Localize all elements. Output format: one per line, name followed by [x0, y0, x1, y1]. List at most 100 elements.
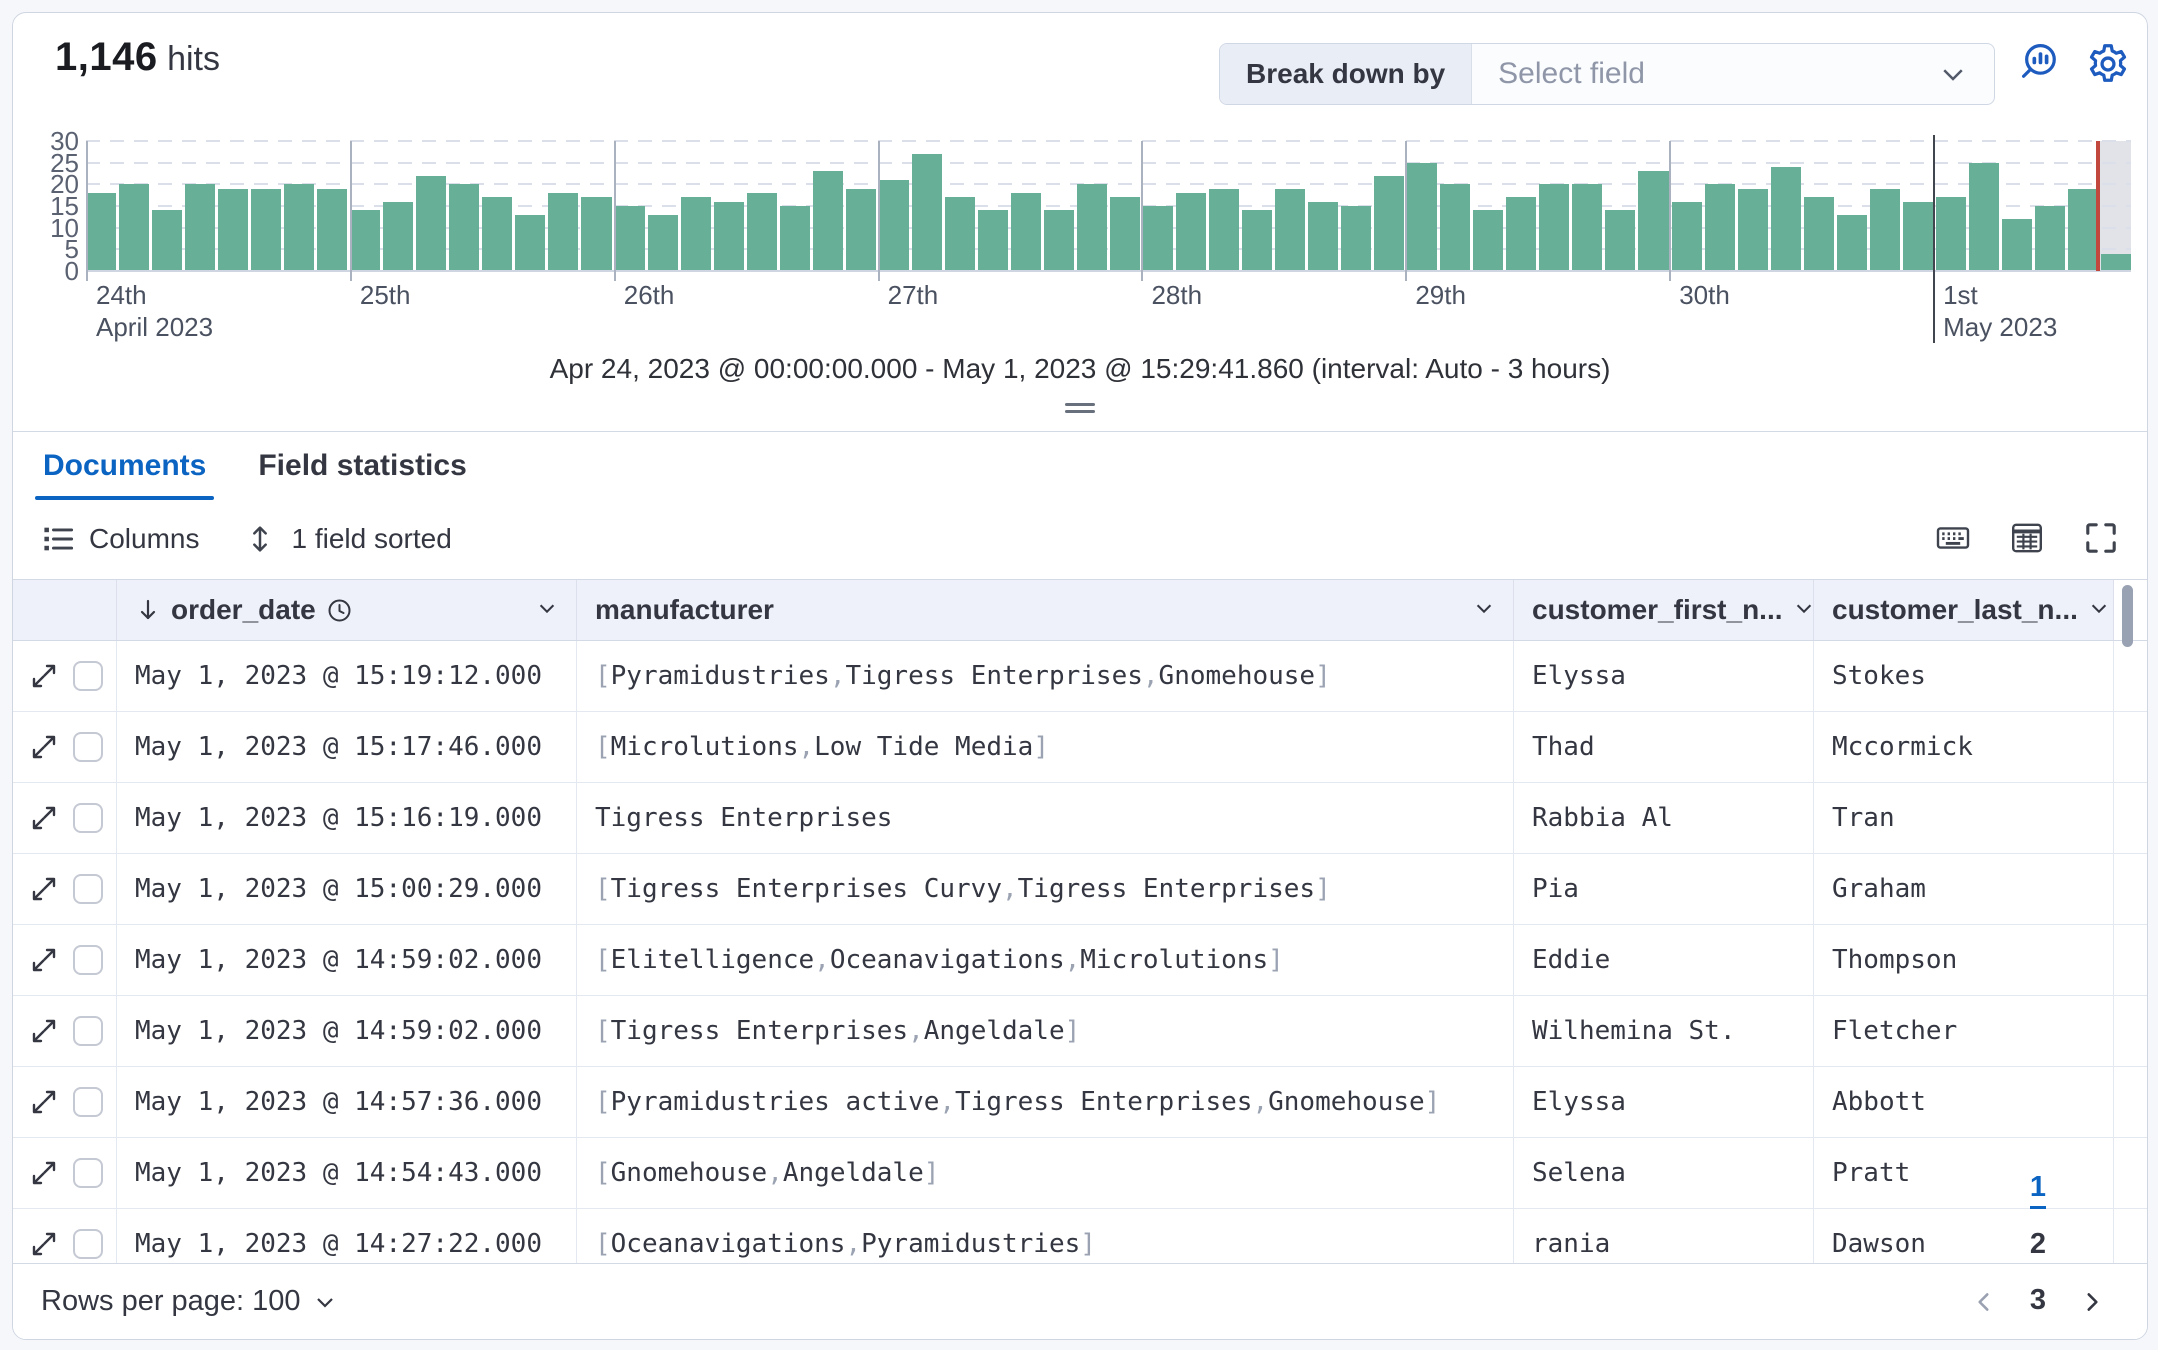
histogram-bar[interactable] — [86, 193, 116, 271]
histogram-bar[interactable] — [1638, 171, 1668, 271]
expand-row-icon[interactable] — [29, 874, 59, 904]
histogram-bar[interactable] — [813, 171, 843, 271]
rows-per-page-button[interactable]: Rows per page: 100 — [41, 1285, 337, 1318]
histogram-bar[interactable] — [681, 197, 711, 271]
tab-field-statistics[interactable]: Field statistics — [258, 432, 466, 500]
expand-row-icon[interactable] — [29, 945, 59, 975]
histogram-bar[interactable] — [1407, 163, 1437, 271]
column-header-manufacturer[interactable]: manufacturer — [577, 580, 1514, 640]
keyboard-shortcuts-icon[interactable] — [1935, 520, 1971, 559]
histogram-bar[interactable] — [482, 197, 512, 271]
histogram-bar[interactable] — [1341, 206, 1371, 271]
histogram-bar[interactable] — [1242, 210, 1272, 271]
resize-handle[interactable] — [1065, 399, 1095, 417]
histogram-bar[interactable] — [152, 210, 182, 271]
histogram-bar[interactable] — [1539, 184, 1569, 271]
histogram-bar[interactable] — [284, 184, 314, 271]
row-checkbox[interactable] — [73, 1016, 103, 1046]
histogram-bar[interactable] — [1705, 184, 1735, 271]
histogram-bar[interactable] — [1374, 176, 1404, 271]
histogram-bar[interactable] — [185, 184, 215, 271]
histogram-bar[interactable] — [1143, 206, 1173, 271]
row-checkbox[interactable] — [73, 803, 103, 833]
histogram-bar[interactable] — [1903, 202, 1933, 271]
histogram-bar[interactable] — [416, 176, 446, 271]
display-options-icon[interactable] — [2009, 520, 2045, 559]
histogram-bar[interactable] — [317, 189, 347, 271]
page-button-1[interactable]: 1 — [2011, 1162, 2065, 1218]
histogram-bar[interactable] — [2035, 206, 2065, 271]
histogram-bar[interactable] — [714, 202, 744, 271]
row-checkbox[interactable] — [73, 945, 103, 975]
row-checkbox[interactable] — [73, 1158, 103, 1188]
row-checkbox[interactable] — [73, 1087, 103, 1117]
histogram-bar[interactable] — [2002, 219, 2032, 271]
histogram-bar[interactable] — [1011, 193, 1041, 271]
row-checkbox[interactable] — [73, 1229, 103, 1259]
histogram-bar[interactable] — [780, 206, 810, 271]
vertical-scrollbar[interactable] — [2122, 585, 2133, 647]
expand-row-icon[interactable] — [29, 1229, 59, 1259]
histogram-bar[interactable] — [2068, 189, 2098, 271]
row-checkbox[interactable] — [73, 874, 103, 904]
histogram-bar[interactable] — [1473, 210, 1503, 271]
histogram-bar[interactable] — [1044, 210, 1074, 271]
column-header-customer-last-name[interactable]: customer_last_n... — [1814, 580, 2114, 640]
histogram-bar[interactable] — [1572, 184, 1602, 271]
histogram-bar[interactable] — [846, 189, 876, 271]
histogram-bar[interactable] — [1936, 197, 1966, 271]
histogram-bar[interactable] — [945, 197, 975, 271]
columns-button[interactable]: Columns — [41, 522, 199, 556]
histogram-bar[interactable] — [581, 197, 611, 271]
histogram-bar[interactable] — [1771, 167, 1801, 271]
histogram-bar[interactable] — [1308, 202, 1338, 271]
expand-row-icon[interactable] — [29, 732, 59, 762]
histogram-bar[interactable] — [1176, 193, 1206, 271]
previous-page-button[interactable] — [1957, 1274, 2011, 1330]
histogram-bar[interactable] — [1605, 210, 1635, 271]
expand-row-icon[interactable] — [29, 1016, 59, 1046]
histogram-bar[interactable] — [119, 184, 149, 271]
histogram-bar[interactable] — [1837, 215, 1867, 271]
histogram-bar[interactable] — [1077, 184, 1107, 271]
histogram-bar[interactable] — [515, 215, 545, 271]
page-button-2[interactable]: 2 — [2011, 1218, 2065, 1274]
histogram-bar[interactable] — [548, 193, 578, 271]
histogram-bar[interactable] — [2101, 254, 2131, 271]
page-button-3[interactable]: 3 — [2011, 1274, 2065, 1330]
row-checkbox[interactable] — [73, 732, 103, 762]
sorted-fields-button[interactable]: 1 field sorted — [243, 522, 451, 556]
histogram-bar[interactable] — [383, 202, 413, 271]
column-header-order-date[interactable]: order_date — [117, 580, 577, 640]
histogram-bar[interactable] — [648, 215, 678, 271]
histogram-bar[interactable] — [615, 206, 645, 271]
histogram-bar[interactable] — [350, 210, 380, 271]
fullscreen-icon[interactable] — [2083, 520, 2119, 559]
histogram-bar[interactable] — [1804, 197, 1834, 271]
histogram-bar[interactable] — [1738, 189, 1768, 271]
histogram-bar[interactable] — [912, 154, 942, 271]
expand-row-icon[interactable] — [29, 1087, 59, 1117]
expand-row-icon[interactable] — [29, 661, 59, 691]
histogram-bar[interactable] — [747, 193, 777, 271]
histogram-bar[interactable] — [1275, 189, 1305, 271]
histogram-bar[interactable] — [1672, 202, 1702, 271]
histogram-bar[interactable] — [449, 184, 479, 271]
row-checkbox[interactable] — [73, 661, 103, 691]
histogram-bar[interactable] — [978, 210, 1008, 271]
histogram-bar[interactable] — [1110, 197, 1140, 271]
tab-documents[interactable]: Documents — [43, 432, 206, 500]
histogram-bar[interactable] — [1870, 189, 1900, 271]
page-button-4[interactable]: 4 — [2011, 1330, 2065, 1341]
histogram-bar[interactable] — [218, 189, 248, 271]
expand-row-icon[interactable] — [29, 803, 59, 833]
next-page-button[interactable] — [2065, 1274, 2119, 1330]
histogram-bar[interactable] — [1440, 184, 1470, 271]
histogram-bar[interactable] — [251, 189, 281, 271]
histogram-bar[interactable] — [1209, 189, 1239, 271]
histogram-bar[interactable] — [1969, 163, 1999, 271]
histogram-bar[interactable] — [1506, 197, 1536, 271]
expand-row-icon[interactable] — [29, 1158, 59, 1188]
column-header-customer-first-name[interactable]: customer_first_n... — [1514, 580, 1814, 640]
histogram-bar[interactable] — [879, 180, 909, 271]
